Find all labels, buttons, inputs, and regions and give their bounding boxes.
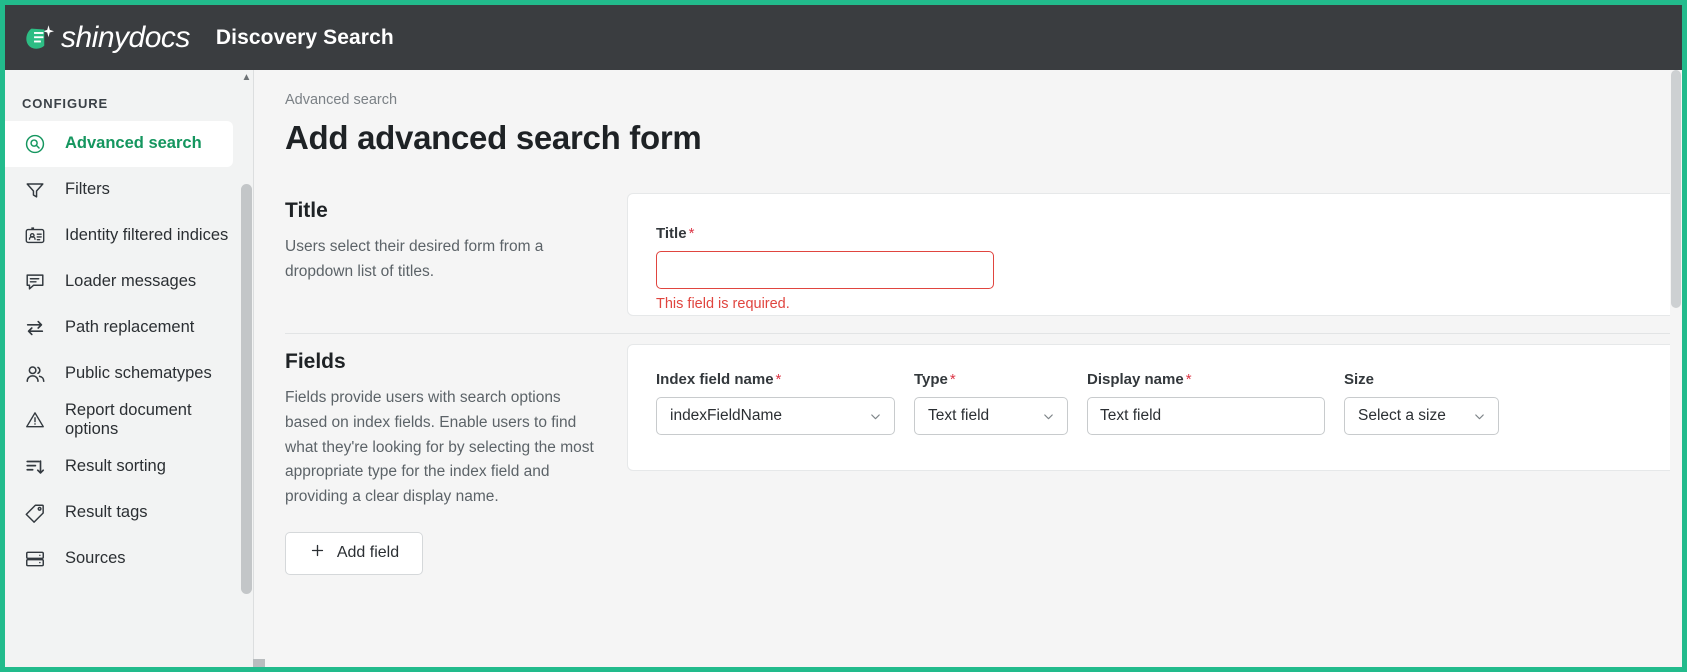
sidebar-item-label: Advanced search (65, 134, 202, 153)
section-title: Title Users select their desired form fr… (285, 183, 1682, 316)
sidebar-item-label: Result sorting (65, 457, 166, 476)
scroll-up-arrow-icon[interactable]: ▲ (241, 72, 252, 84)
sidebar-scroll-corner (253, 659, 265, 667)
identity-badge-icon (22, 225, 48, 247)
sidebar-item-result-tags[interactable]: Result tags (5, 490, 253, 536)
main-scrollbar-thumb[interactable] (1671, 70, 1681, 308)
type-value: Text field (928, 407, 989, 425)
label-text: Display name (1087, 371, 1184, 388)
fields-card: Index field name* indexFieldName (627, 344, 1682, 471)
section-fields: Fields Fields provide users with search … (285, 333, 1682, 575)
sidebar-item-label: Sources (65, 549, 126, 568)
brand-name: shinydocs (61, 21, 190, 55)
fields-row: Index field name* indexFieldName (656, 371, 1681, 435)
sidebar-item-loader-messages[interactable]: Loader messages (5, 259, 253, 305)
sidebar-item-result-sorting[interactable]: Result sorting (5, 444, 253, 490)
sidebar-item-identity-filtered-indices[interactable]: Identity filtered indices (5, 213, 253, 259)
required-asterisk: * (689, 225, 695, 242)
field-column-index-field-name: Index field name* indexFieldName (656, 371, 895, 435)
field-column-size: Size Select a size (1344, 371, 1499, 435)
sidebar-scrollbar-track[interactable]: ▲ (240, 70, 253, 667)
section-fields-description: Fields Fields provide users with search … (285, 344, 627, 575)
size-select[interactable]: Select a size (1344, 397, 1499, 435)
top-bar: shinydocs Discovery Search (5, 5, 1682, 70)
sidebar-item-public-schematypes[interactable]: Public schematypes (5, 351, 253, 397)
tag-icon (22, 502, 48, 524)
label-text: Index field name (656, 371, 774, 388)
section-fields-heading: Fields (285, 350, 607, 374)
index-field-name-value: indexFieldName (670, 407, 782, 425)
required-asterisk: * (1186, 371, 1192, 388)
display-name-label: Display name* (1087, 371, 1325, 388)
sidebar-section-label: CONFIGURE (5, 74, 253, 121)
sidebar-item-label: Loader messages (65, 272, 196, 291)
sidebar-item-filters[interactable]: Filters (5, 167, 253, 213)
body-wrapper: CONFIGURE Advanced search (5, 70, 1682, 667)
sidebar-scrollbar-thumb[interactable] (241, 184, 252, 594)
sidebar-item-advanced-search[interactable]: Advanced search (5, 121, 233, 167)
main-scroll-content: Advanced search Add advanced search form… (254, 70, 1682, 575)
sidebar-item-label: Public schematypes (65, 364, 212, 383)
app-title: Discovery Search (216, 26, 394, 50)
title-input[interactable] (656, 251, 994, 289)
section-fields-text: Fields provide users with search options… (285, 386, 607, 510)
size-value: Select a size (1358, 407, 1446, 425)
plus-icon (309, 542, 326, 564)
index-field-name-select[interactable]: indexFieldName (656, 397, 895, 435)
required-asterisk: * (950, 371, 956, 388)
index-field-name-label: Index field name* (656, 371, 895, 388)
warning-triangle-icon (22, 409, 48, 431)
section-title-text: Users select their desired form from a d… (285, 235, 607, 285)
add-field-button-label: Add field (337, 544, 399, 562)
clipped-icon (19, 70, 38, 73)
advanced-search-icon (22, 133, 48, 155)
shinydocs-logo-icon (23, 21, 57, 55)
chevron-down-icon (1041, 409, 1056, 424)
message-bubble-icon (22, 271, 48, 293)
sidebar: CONFIGURE Advanced search (5, 70, 253, 667)
title-field-label: Title* (656, 225, 1681, 242)
field-column-type: Type* Text field (914, 371, 1068, 435)
size-label: Size (1344, 371, 1499, 388)
sidebar-item-report-document-options[interactable]: Report document options (5, 397, 253, 444)
sidebar-item-label: Path replacement (65, 318, 194, 337)
app-window: shinydocs Discovery Search CONFIGURE (0, 0, 1687, 672)
main-content: Advanced search Add advanced search form… (253, 70, 1682, 667)
field-column-display-name: Display name* (1087, 371, 1325, 435)
label-text: Type (914, 371, 948, 388)
sidebar-item-label: Result tags (65, 503, 148, 522)
add-field-button[interactable]: Add field (285, 532, 423, 575)
sidebar-item-label: Identity filtered indices (65, 226, 228, 245)
sidebar-item-sources[interactable]: Sources (5, 536, 253, 582)
page-title: Add advanced search form (285, 119, 1682, 157)
sort-descending-icon (22, 456, 48, 478)
required-asterisk: * (776, 371, 782, 388)
main-scrollbar-track[interactable] (1670, 70, 1682, 667)
sidebar-item-label: Report document options (65, 401, 241, 440)
breadcrumb[interactable]: Advanced search (285, 92, 1682, 108)
swap-arrows-icon (22, 317, 48, 339)
display-name-input[interactable] (1087, 397, 1325, 435)
chevron-down-icon (1472, 409, 1487, 424)
sidebar-item-path-replacement[interactable]: Path replacement (5, 305, 253, 351)
label-text: Size (1344, 371, 1374, 388)
sidebar-scroll-content: CONFIGURE Advanced search (5, 70, 253, 582)
section-title-heading: Title (285, 199, 607, 223)
type-select[interactable]: Text field (914, 397, 1068, 435)
chevron-down-icon (868, 409, 883, 424)
database-icon (22, 548, 48, 570)
title-label-text: Title (656, 225, 687, 242)
type-label: Type* (914, 371, 1068, 388)
filter-funnel-icon (22, 179, 48, 201)
title-card: Title* This field is required. (627, 193, 1682, 316)
users-icon (22, 363, 48, 386)
title-error-message: This field is required. (656, 296, 1681, 312)
section-title-description: Title Users select their desired form fr… (285, 193, 627, 285)
sidebar-item-label: Filters (65, 180, 110, 199)
